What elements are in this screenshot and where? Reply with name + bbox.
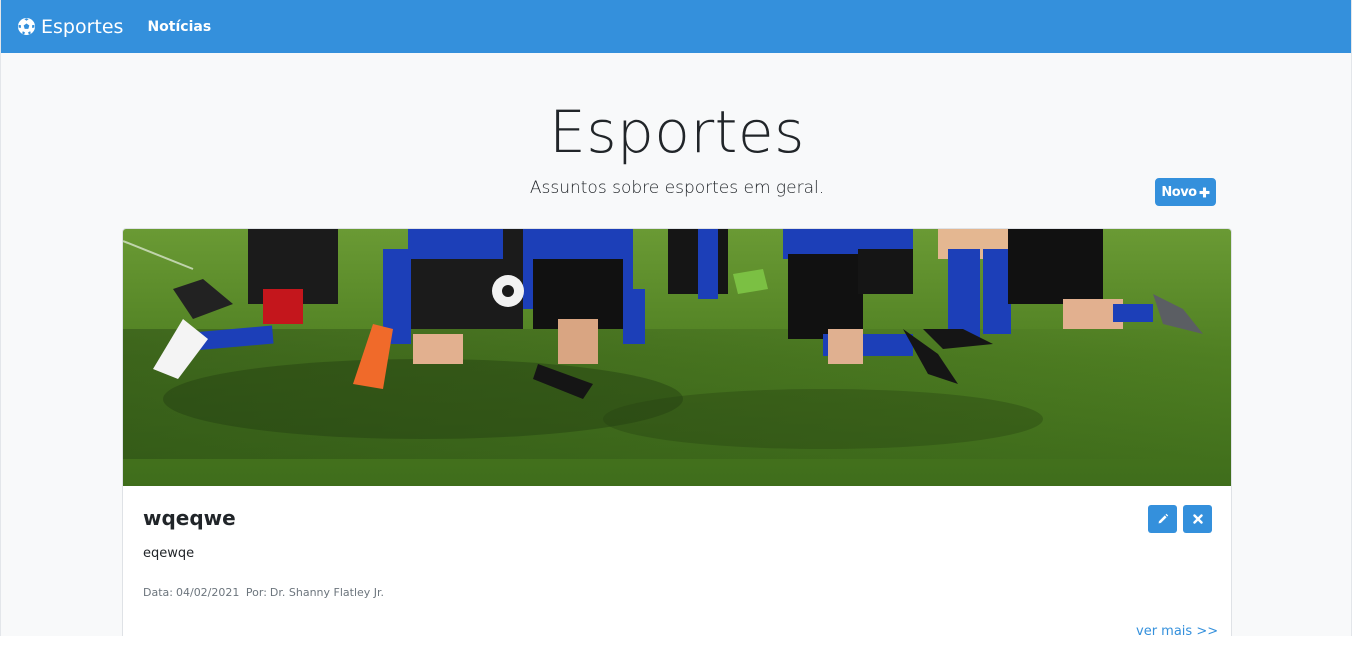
read-more-link[interactable]: ver mais >> [1136,624,1218,636]
post-card: wqeqwe eqewqe Data: 04/02/2021 Por: Dr. Sh… [122,228,1232,636]
page-frame: Esportes Notícias Esportes Assuntos sobr… [0,0,1352,636]
page-subtitle: Assuntos sobre esportes em geral. [529,178,825,198]
delete-post-button[interactable] [1183,505,1212,533]
author-label: Por: [245,586,267,599]
post-date: 04/02/2021 [175,586,240,599]
date-label: Data: [143,586,173,599]
edit-post-button[interactable] [1148,505,1177,533]
post-meta: Data: 04/02/2021 Por: Dr. Shanny Flatley J… [143,586,387,599]
post-image [123,229,1231,486]
new-button-label: Novo [1161,184,1197,200]
brand-link[interactable]: Esportes [17,16,123,38]
plus-icon [1199,187,1210,197]
page-title: Esportes [549,98,805,166]
nav-link-noticias[interactable]: Notícias [147,19,211,35]
new-post-button[interactable]: Novo [1155,178,1216,206]
top-navbar: Esportes Notícias [1,0,1351,53]
close-icon [1192,514,1203,524]
post-title: wqeqwe [143,506,236,530]
brand-label: Esportes [41,15,124,38]
post-body: eqewqe [143,546,195,561]
post-author: Dr. Shanny Flatley Jr. [269,586,385,599]
soccer-ball-icon [17,17,36,36]
pencil-icon [1158,513,1168,524]
